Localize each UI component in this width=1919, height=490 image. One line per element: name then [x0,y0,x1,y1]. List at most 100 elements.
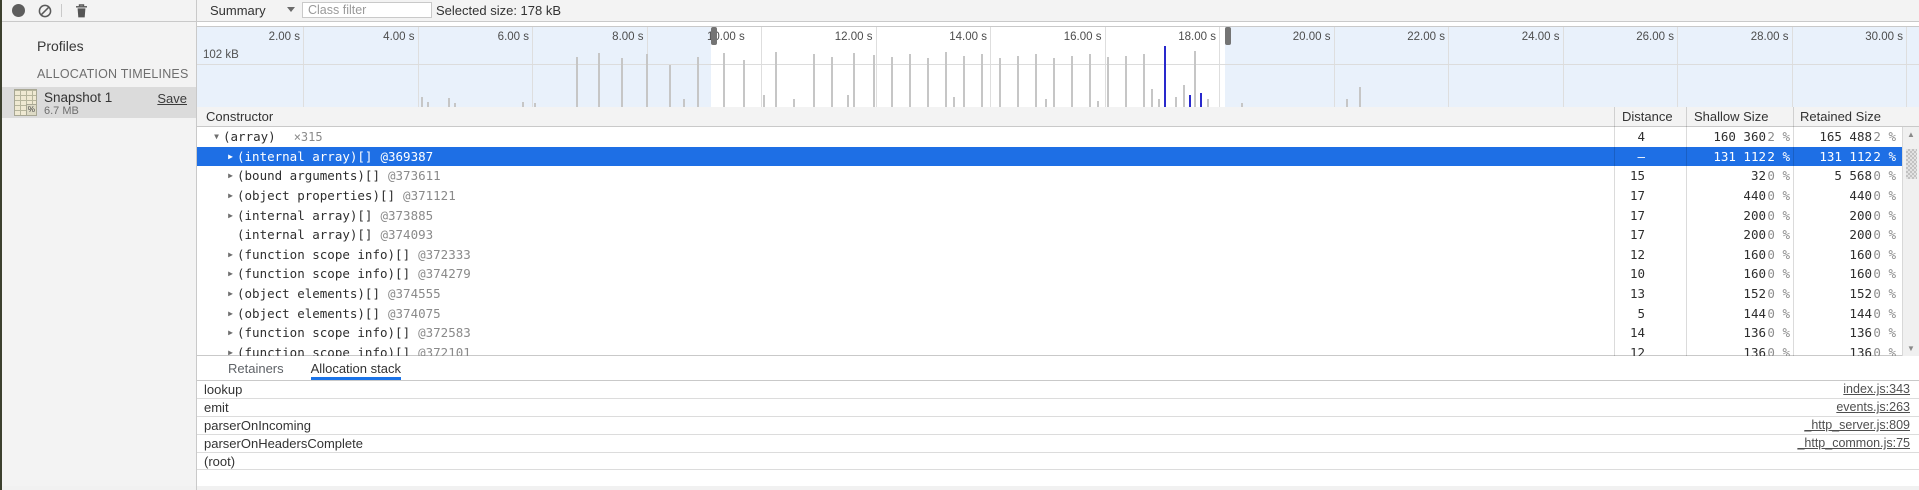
chevron-down-icon[interactable] [287,7,295,12]
stack-frame-row[interactable]: parserOnIncoming _http_server.js:809 [197,417,1919,435]
time-tick-label: 26.00 s [1602,31,1674,43]
source-link[interactable]: index.js:343 [1843,382,1910,396]
distance-cell: – [1614,147,1686,167]
object-id: @374555 [388,286,441,301]
table-row[interactable]: ▶ (object elements)[] @374075 5 1440 % 1… [197,303,1902,323]
grid-scrollbar[interactable]: ▲ ▼ [1902,127,1919,356]
save-link[interactable]: Save [157,91,187,106]
shallow-size-cell: 320 % [1687,166,1793,186]
expand-arrow-icon[interactable]: ▶ [224,171,237,180]
expand-arrow-icon[interactable]: ▶ [224,309,237,318]
stack-frame-row[interactable]: lookup index.js:343 [197,381,1919,399]
distance-cell: 5 [1614,303,1686,323]
tab-retainers[interactable]: Retainers [228,357,284,380]
sidebar-item-snapshot-1[interactable]: % Snapshot 1 6.7 MB Save [0,87,196,118]
class-filter-input[interactable] [302,2,432,18]
table-row[interactable]: (internal array)[] @374093 17 2000 % 200… [197,225,1902,245]
time-gridline [761,27,762,108]
function-name: parserOnHeadersComplete [204,436,363,451]
allocation-bar [813,54,815,107]
sidebar-divider[interactable] [196,0,197,490]
allocation-bar [1207,99,1209,107]
expand-arrow-icon[interactable]: ▶ [224,269,237,278]
column-header-retained-size[interactable]: Retained Size [1800,109,1881,124]
grid-header: Constructor Distance Shallow Size Retain… [197,107,1919,127]
source-link[interactable]: _http_server.js:809 [1804,418,1910,432]
allocation-bar [909,54,911,107]
expand-arrow-icon[interactable]: ▶ [224,152,237,161]
shallow-size-cell: 2000 % [1687,205,1793,225]
record-heap-icon[interactable] [12,4,25,17]
distance-cell: 13 [1614,284,1686,304]
source-link[interactable]: events.js:263 [1836,400,1910,414]
stack-frame-row[interactable]: emit events.js:263 [197,399,1919,417]
stack-frame-row[interactable]: parserOnHeadersComplete _http_common.js:… [197,435,1919,453]
selected-size-label: Selected size: 178 kB [436,3,561,18]
table-row[interactable]: ▶ (function scope info)[] @372101 12 136… [197,343,1902,356]
table-row[interactable]: ▶ (function scope info)[] @372583 14 136… [197,323,1902,343]
column-divider[interactable] [1793,107,1794,356]
allocation-bar [1035,54,1037,107]
scroll-down-icon[interactable]: ▼ [1903,342,1919,355]
source-link[interactable]: _http_common.js:75 [1797,436,1910,450]
object-id: @372101 [418,345,471,356]
time-gridline [990,27,991,108]
object-id: @374093 [380,227,433,242]
table-row[interactable]: ▶ (internal array)[] @373885 17 2000 % 2… [197,205,1902,225]
allocation-bar [646,54,648,107]
expand-arrow-icon[interactable]: ▶ [224,250,237,259]
clear-icon[interactable] [38,4,52,23]
retained-size-cell: 1600 % [1794,245,1899,265]
selection-handle-left[interactable] [711,27,717,45]
column-divider[interactable] [1614,107,1615,356]
column-header-distance[interactable]: Distance [1622,109,1673,124]
expand-arrow-icon[interactable]: ▶ [224,191,237,200]
table-row[interactable]: ▼ (array) ×315 4 160 3602 % 165 4882 % [197,127,1902,147]
allocation-bar [831,57,833,107]
constructor-cell: ▶ (function scope info)[] @372583 [197,323,481,343]
memory-gridline [197,64,1919,65]
allocation-bar [1175,97,1177,107]
table-row[interactable]: ▶ (bound arguments)[] @373611 15 320 % 5… [197,166,1902,186]
allocation-bar [953,97,955,107]
table-row[interactable]: ▶ (object elements)[] @374555 13 1520 % … [197,284,1902,304]
retained-size-cell: 4400 % [1794,186,1899,206]
allocation-timelines-heading: ALLOCATION TIMELINES [37,67,189,81]
stack-frame-row[interactable]: (root) [197,453,1919,471]
time-gridline [876,27,877,108]
delete-profile-icon[interactable] [75,4,88,23]
expand-arrow-icon[interactable]: ▶ [224,348,237,356]
allocation-bar [853,53,855,107]
selection-handle-right[interactable] [1225,27,1231,45]
scroll-up-icon[interactable]: ▲ [1903,128,1919,141]
table-row[interactable]: ▶ (internal array)[] @369387 – 131 1122 … [197,147,1902,167]
perspective-select[interactable]: Summary [210,3,266,18]
allocation-bar [1071,56,1073,107]
object-id: @369387 [380,149,433,164]
distance-cell: 12 [1614,245,1686,265]
column-header-shallow-size[interactable]: Shallow Size [1694,109,1768,124]
table-row[interactable]: ▶ (function scope info)[] @374279 10 160… [197,264,1902,284]
time-tick-label: 28.00 s [1717,31,1789,43]
toolbar-separator [61,4,62,17]
constructor-cell: ▶ (function scope info)[] @372333 [197,245,481,265]
table-row[interactable]: ▶ (function scope info)[] @372333 12 160… [197,245,1902,265]
time-tick-label: 20.00 s [1259,31,1331,43]
expand-arrow-icon[interactable]: ▶ [224,289,237,298]
bottom-strip [0,486,1919,490]
timeline-chart[interactable]: 2.00 s4.00 s6.00 s8.00 s10.00 s12.00 s14… [197,26,1919,109]
allocation-bar [775,52,777,107]
scrollbar-thumb[interactable] [1906,149,1917,179]
tab-allocation-stack[interactable]: Allocation stack [311,357,401,380]
column-header-constructor[interactable]: Constructor [206,109,273,124]
time-tick-label: 22.00 s [1373,31,1445,43]
expand-arrow-icon[interactable]: ▶ [224,211,237,220]
time-tick-label: 30.00 s [1831,31,1903,43]
constructor-name: (function scope info)[] [237,266,410,281]
column-divider[interactable] [1686,107,1687,356]
allocation-bar [1158,99,1160,107]
expand-arrow-icon[interactable]: ▼ [210,132,223,141]
object-id: @373611 [388,168,441,183]
expand-arrow-icon[interactable]: ▶ [224,328,237,337]
table-row[interactable]: ▶ (object properties)[] @371121 17 4400 … [197,186,1902,206]
